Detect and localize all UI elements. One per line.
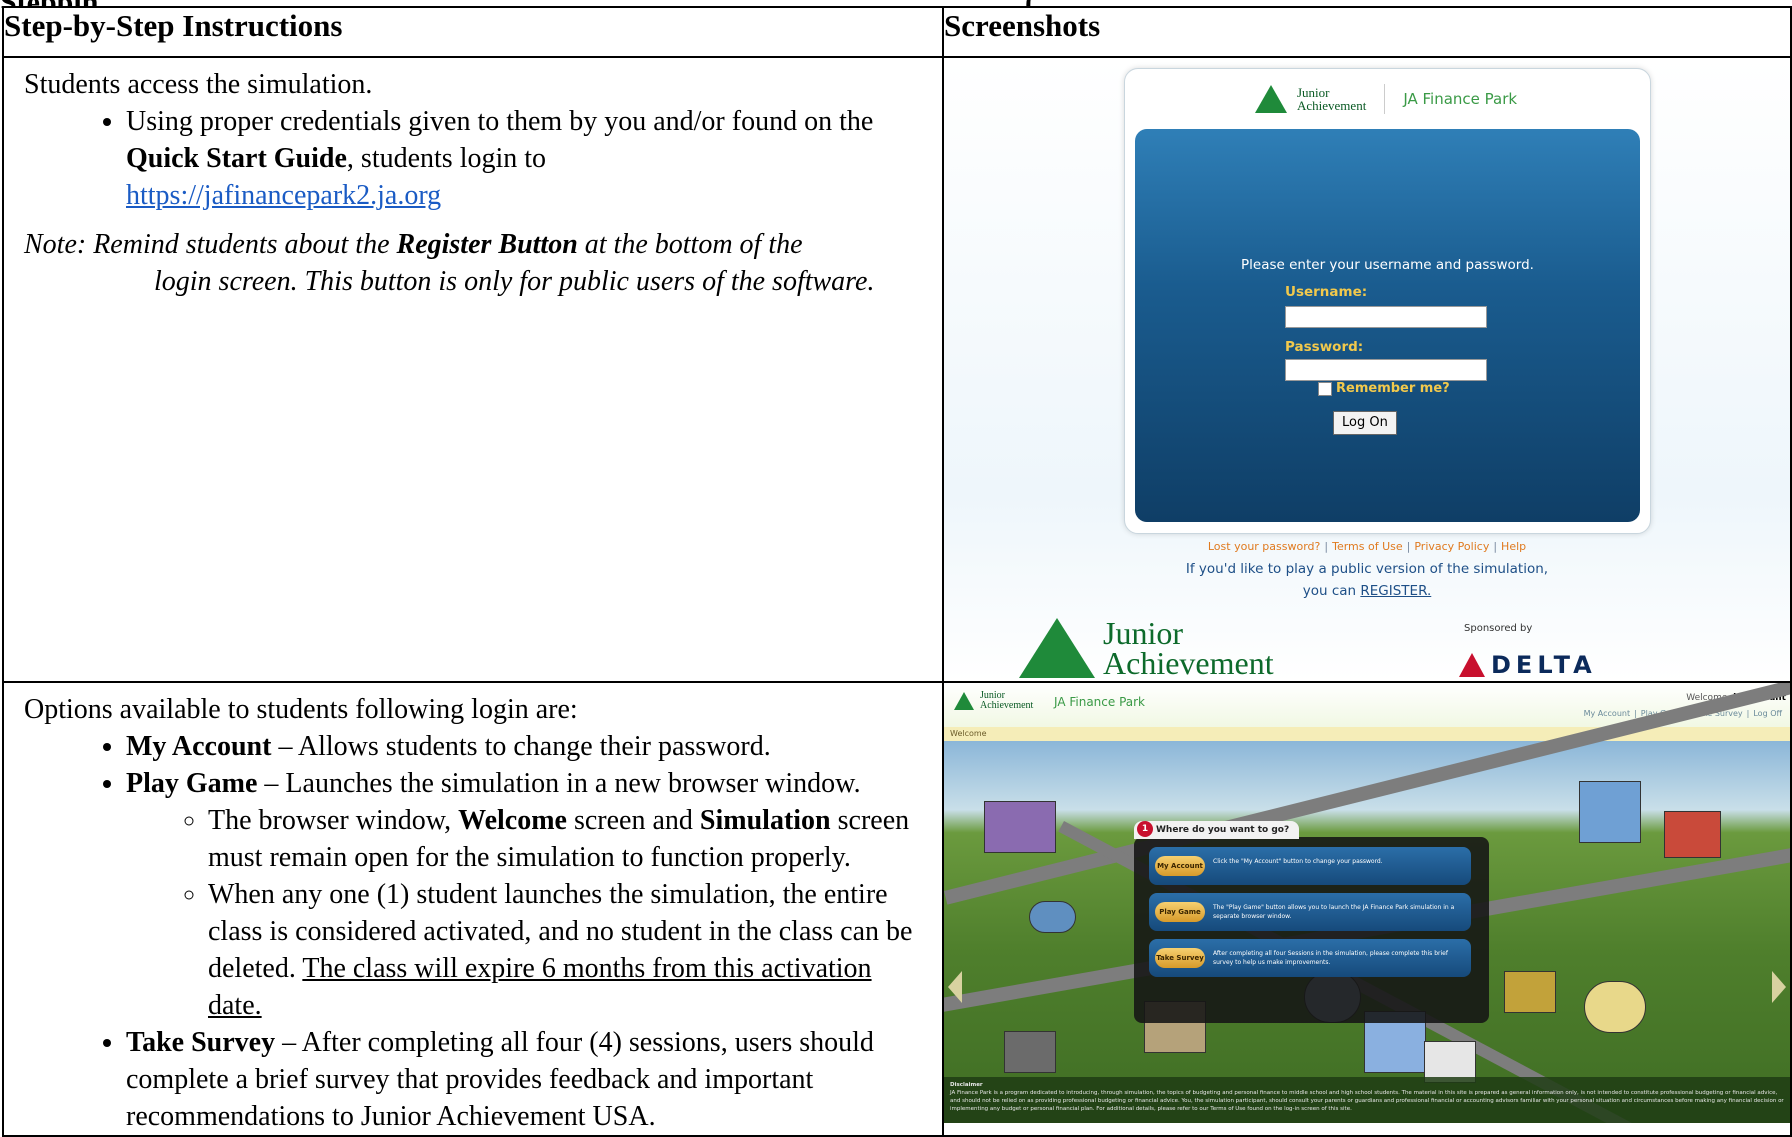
log-on-button[interactable]: Log On bbox=[1333, 411, 1397, 435]
options-list: My Account – Allows students to change t… bbox=[24, 728, 928, 1135]
my-account-button[interactable]: My Account bbox=[1155, 856, 1205, 876]
option-my-account: My Account Click the "My Account" button… bbox=[1149, 847, 1471, 885]
list-item: Play Game – Launches the simulation in a… bbox=[126, 765, 928, 1024]
public-version-text: If you'd like to play a public version o… bbox=[1185, 561, 1549, 599]
remember-me-label: Remember me? bbox=[1336, 381, 1450, 396]
login-url-link[interactable]: https://jafinancepark2.ja.org bbox=[126, 180, 441, 211]
instructions-cell: Students access the simulation. Using pr… bbox=[2, 56, 944, 683]
option-play-game: Play Game The "Play Game" button allows … bbox=[1149, 893, 1471, 931]
privacy-link[interactable]: Privacy Policy bbox=[1414, 540, 1489, 553]
instructions-cell: Options available to students following … bbox=[2, 681, 944, 1137]
username-label: Username: bbox=[1285, 284, 1368, 300]
sub-list: The browser window, Welcome screen and S… bbox=[126, 802, 928, 1024]
remember-me-checkbox[interactable] bbox=[1318, 381, 1332, 396]
ja-logo: Junior Achievement bbox=[954, 691, 1033, 711]
product-name: JA Finance Park bbox=[1403, 90, 1518, 108]
card-logo: Junior Achievement JA Finance Park bbox=[1255, 81, 1517, 117]
bullet-list: Using proper credentials given to them b… bbox=[24, 103, 928, 214]
table-row: Students access the simulation. Using pr… bbox=[2, 56, 1792, 683]
question-label: Where do you want to go? bbox=[1134, 821, 1300, 839]
ja-large-logo-icon bbox=[1019, 618, 1095, 678]
disclaimer: Disclaimer JA Finance Park is a program … bbox=[944, 1077, 1790, 1123]
password-input[interactable] bbox=[1285, 359, 1487, 381]
scroll-left-arrow-icon[interactable] bbox=[948, 971, 962, 1003]
lost-password-link[interactable]: Lost your password? bbox=[1208, 540, 1321, 553]
delta-widget-icon bbox=[1459, 653, 1485, 677]
register-note: Note: Remind students about the Register… bbox=[24, 229, 875, 297]
instructions-table: Step-by-Step Instructions Screenshots St… bbox=[2, 6, 1792, 1137]
list-item: When any one (1) student launches the si… bbox=[208, 876, 928, 1024]
take-survey-button[interactable]: Take Survey bbox=[1155, 948, 1205, 968]
list-item: Take Survey – After completing all four … bbox=[126, 1024, 928, 1135]
list-item: My Account – Allows students to change t… bbox=[126, 728, 928, 765]
list-item: Using proper credentials given to them b… bbox=[126, 103, 928, 214]
screenshots-column-header: Screenshots bbox=[942, 6, 1792, 58]
row-intro: Options available to students following … bbox=[24, 694, 578, 725]
product-name: JA Finance Park bbox=[1054, 695, 1146, 709]
breadcrumb: Welcome bbox=[944, 727, 1790, 741]
list-item: The browser window, Welcome screen and S… bbox=[208, 802, 928, 876]
row-intro: Students access the simulation. bbox=[24, 69, 373, 100]
screenshot-cell: Junior Achievement JA Finance Park Welcom… bbox=[942, 681, 1792, 1137]
ja-logo-icon bbox=[1255, 85, 1287, 113]
table-header-row: Step-by-Step Instructions Screenshots bbox=[2, 6, 1792, 58]
help-link[interactable]: Help bbox=[1501, 540, 1526, 553]
register-link[interactable]: REGISTER. bbox=[1360, 583, 1431, 599]
play-game-button[interactable]: Play Game bbox=[1155, 902, 1205, 922]
register-button-label: Register Button bbox=[396, 229, 578, 260]
junior-achievement-logo: Junior Achievement bbox=[1019, 617, 1274, 679]
scroll-right-arrow-icon[interactable] bbox=[1772, 971, 1786, 1003]
login-form: Please enter your username and password.… bbox=[1135, 129, 1640, 522]
option-take-survey: Take Survey After completing all four Se… bbox=[1149, 939, 1471, 977]
terms-link[interactable]: Terms of Use bbox=[1332, 540, 1403, 553]
login-card: Junior Achievement JA Finance Park Please… bbox=[1124, 68, 1651, 534]
ja-logo-icon bbox=[954, 692, 974, 710]
quick-start-guide-label: Quick Start Guide bbox=[126, 143, 347, 174]
instructions-column-header: Step-by-Step Instructions bbox=[2, 6, 944, 58]
nav-my-account[interactable]: My Account bbox=[1580, 709, 1634, 718]
welcome-screenshot: Junior Achievement JA Finance Park Welcom… bbox=[944, 683, 1790, 1123]
screenshot-cell: Junior Achievement JA Finance Park Please… bbox=[942, 56, 1792, 683]
login-prompt: Please enter your username and password. bbox=[1241, 257, 1534, 273]
password-label: Password: bbox=[1285, 339, 1364, 355]
footer-links: Lost your password? | Terms of Use | Privacy… bbox=[1207, 540, 1527, 553]
login-screenshot: Junior Achievement JA Finance Park Please… bbox=[944, 58, 1790, 681]
nav-log-off[interactable]: Log Off bbox=[1749, 709, 1786, 718]
delta-logo: DELTA bbox=[1459, 651, 1597, 679]
username-input[interactable] bbox=[1285, 306, 1487, 328]
sponsored-by-label: Sponsored by bbox=[1464, 623, 1533, 634]
step-number-badge: 1 bbox=[1137, 821, 1153, 837]
table-row: Options available to students following … bbox=[2, 681, 1792, 1137]
city-scene: Where do you want to go? 1 My Account Cl… bbox=[944, 683, 1790, 1123]
